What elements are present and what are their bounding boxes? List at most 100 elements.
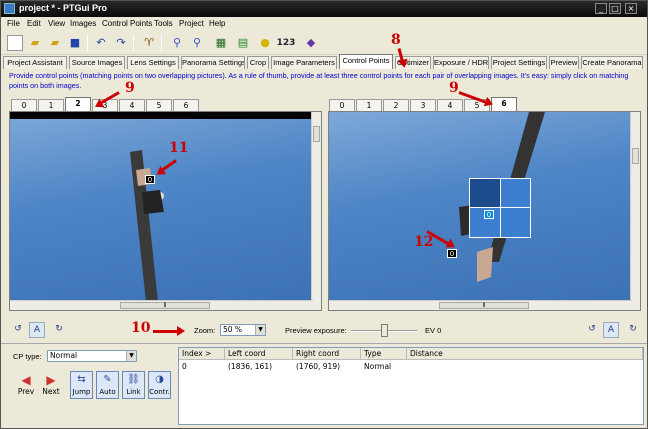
left-tab-6[interactable]: 6 xyxy=(173,99,199,111)
close-button[interactable]: × xyxy=(625,3,637,14)
annotation-arrow-10 xyxy=(153,326,185,336)
left-a-toggle[interactable]: A xyxy=(29,322,45,338)
tab-preview[interactable]: Preview xyxy=(549,56,579,69)
column-header-left-coord[interactable]: Left coord xyxy=(225,348,293,360)
title-bar: project * - PTGui Pro _ □ × xyxy=(1,1,647,17)
auto-icon: ✎ xyxy=(103,374,112,385)
tab-control-points[interactable]: Control Points xyxy=(339,54,393,69)
jump-button[interactable]: ⇆ Jump xyxy=(70,371,93,399)
right-a-toggle[interactable]: A xyxy=(603,322,619,338)
left-horizontal-scrollbar[interactable]: ⦀ xyxy=(10,300,313,310)
rotate-left-icon[interactable]: ↺ xyxy=(584,322,600,338)
tab-exposure-hdr[interactable]: Exposure / HDR xyxy=(433,56,489,69)
left-tab-5[interactable]: 5 xyxy=(146,99,172,111)
left-vertical-scrollbar[interactable] xyxy=(311,112,321,310)
left-tab-4[interactable]: 4 xyxy=(119,99,145,111)
cell-right-coord[interactable]: (1760, 919) xyxy=(293,362,340,372)
menu-file[interactable]: File xyxy=(7,19,20,28)
book-icon[interactable]: ◆ xyxy=(303,35,319,51)
rotate-right-icon[interactable]: ↻ xyxy=(625,322,641,338)
tab-lens-settings[interactable]: Lens Settings xyxy=(127,56,179,69)
panorama-editor-icon[interactable]: ▦ xyxy=(213,35,229,51)
jump-label: Jump xyxy=(72,388,91,396)
tab-project-settings[interactable]: Project Settings xyxy=(491,56,547,69)
menu-view[interactable]: View xyxy=(48,19,65,28)
auto-button[interactable]: ✎ Auto xyxy=(96,371,119,399)
zoom-select[interactable]: 50 % ▼ xyxy=(220,324,266,336)
app-window: project * - PTGui Pro _ □ × File Edit Vi… xyxy=(0,0,648,429)
rotate-left-icon[interactable]: ↺ xyxy=(10,322,26,338)
tab-project-assistant[interactable]: Project Assistant xyxy=(3,56,67,69)
menu-images[interactable]: Images xyxy=(70,19,96,28)
menu-control-points[interactable]: Control Points xyxy=(102,19,152,28)
prev-button[interactable]: ◀ Prev xyxy=(12,373,40,401)
control-point-marker[interactable]: 0 xyxy=(145,175,155,184)
preview-exposure-label: Preview exposure: xyxy=(285,326,347,335)
cell-index[interactable]: 0 xyxy=(179,362,187,372)
right-tab-4[interactable]: 4 xyxy=(437,99,463,111)
tab-source-images[interactable]: Source Images xyxy=(69,56,125,69)
preview-exposure-slider[interactable] xyxy=(351,324,417,337)
zoom-out-icon[interactable]: ⚲ xyxy=(189,35,205,51)
left-tab-1[interactable]: 1 xyxy=(38,99,64,111)
left-image-pane[interactable]: 0 ⦀ xyxy=(9,111,322,311)
menu-project[interactable]: Project xyxy=(179,19,204,28)
undo-icon[interactable]: ↶ xyxy=(93,35,109,51)
rotate-right-icon[interactable]: ↻ xyxy=(51,322,67,338)
scroll-thumb[interactable] xyxy=(632,148,639,164)
tripod-icon[interactable]: ♈ xyxy=(141,35,157,51)
tab-image-parameters[interactable]: Image Parameters xyxy=(271,56,337,69)
cell-left-coord[interactable]: (1836, 161) xyxy=(225,362,272,372)
chevron-down-icon[interactable]: ▼ xyxy=(255,325,265,335)
maximize-button[interactable]: □ xyxy=(609,3,621,14)
next-button[interactable]: ▶ Next xyxy=(37,373,65,401)
slider-thumb[interactable] xyxy=(381,324,388,337)
right-tab-2[interactable]: 2 xyxy=(383,99,409,111)
minimize-button[interactable]: _ xyxy=(595,3,607,14)
chevron-down-icon[interactable]: ▼ xyxy=(126,351,136,361)
right-tab-0[interactable]: 0 xyxy=(329,99,355,111)
new-file-icon[interactable] xyxy=(7,35,23,51)
table-icon[interactable]: ▤ xyxy=(235,35,251,51)
zoom-in-icon[interactable]: ⚲ xyxy=(169,35,185,51)
redo-icon[interactable]: ↷ xyxy=(113,35,129,51)
lightbulb-icon[interactable]: ● xyxy=(257,35,273,51)
menu-edit[interactable]: Edit xyxy=(27,19,41,28)
save-icon[interactable]: ■ xyxy=(67,35,83,51)
tab-crop[interactable]: Crop xyxy=(247,56,269,69)
chimney-photo-left xyxy=(130,150,164,302)
right-horizontal-scrollbar[interactable]: ⦀ xyxy=(329,300,632,310)
menu-tools[interactable]: Tools xyxy=(154,19,173,28)
menu-help[interactable]: Help xyxy=(209,19,225,28)
column-header-type[interactable]: Type xyxy=(361,348,407,360)
right-tab-3[interactable]: 3 xyxy=(410,99,436,111)
toolbar-separator xyxy=(161,35,162,51)
right-image-pane[interactable]: 0 0 ⦀ xyxy=(328,111,641,311)
control-points-table[interactable]: Index > Left coord Right coord Type Dist… xyxy=(178,347,644,425)
scroll-thumb[interactable]: ⦀ xyxy=(120,302,210,309)
annotation-10: 10 xyxy=(131,320,151,336)
link-button[interactable]: ⛓ Link xyxy=(122,371,145,399)
right-tab-1[interactable]: 1 xyxy=(356,99,382,111)
left-tab-0[interactable]: 0 xyxy=(11,99,37,111)
open-folder-icon[interactable]: ▰ xyxy=(27,35,43,51)
column-header-right-coord[interactable]: Right coord xyxy=(293,348,361,360)
left-tab-2[interactable]: 2 xyxy=(65,97,91,111)
tab-panorama-settings[interactable]: Panorama Settings xyxy=(181,56,245,69)
contr-button[interactable]: ◑ Contr. xyxy=(148,371,171,399)
annotation-12: 12 xyxy=(414,234,434,250)
right-vertical-scrollbar[interactable] xyxy=(630,112,640,310)
scroll-thumb[interactable] xyxy=(313,126,320,142)
column-header-index[interactable]: Index > xyxy=(179,348,225,360)
scroll-thumb[interactable]: ⦀ xyxy=(439,302,529,309)
auto-label: Auto xyxy=(99,388,116,396)
column-header-distance[interactable]: Distance xyxy=(407,348,643,360)
link-label: Link xyxy=(126,388,141,396)
zoom-value: 50 % xyxy=(223,325,243,334)
cell-type[interactable]: Normal xyxy=(361,362,391,372)
numbers-icon[interactable]: 123 xyxy=(275,35,297,51)
cp-type-select[interactable]: Normal ▼ xyxy=(47,350,137,362)
toolbar: ▰ ▰ ■ ↶ ↷ ♈ ⚲ ⚲ ▦ ▤ ● 123 ◆ xyxy=(1,31,647,55)
tab-create-panorama[interactable]: Create Panorama xyxy=(581,56,643,69)
open-recent-icon[interactable]: ▰ xyxy=(47,35,63,51)
